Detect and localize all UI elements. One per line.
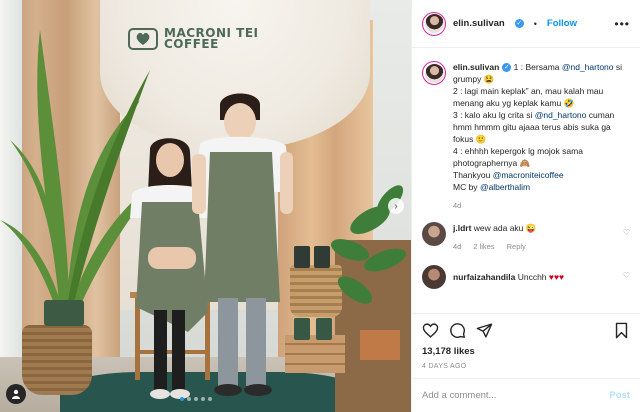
logo-line-2: COFFEE — [164, 37, 219, 51]
share-icon[interactable] — [476, 322, 493, 339]
caption-avatar[interactable] — [422, 61, 446, 85]
instagram-post: MACRONI TEI COFFEE › elin.sulivan ✓ • Fo… — [0, 0, 640, 412]
header-username[interactable]: elin.sulivan — [453, 18, 505, 29]
caption-time[interactable]: 4d — [453, 200, 461, 212]
carousel-dot — [180, 397, 184, 401]
heart-icon[interactable] — [422, 322, 439, 339]
carousel-dot — [201, 397, 205, 401]
likes-count[interactable]: 13,178 likes — [422, 346, 630, 357]
post-timestamp[interactable]: 4 DAYS AGO — [422, 363, 630, 370]
comment-item: nurfaizahandila Uncchh ♥♥♥ ♡ — [422, 265, 630, 289]
mention-link[interactable]: @macroniteicoffee — [493, 170, 564, 180]
caption-line-5: Thankyou — [453, 170, 491, 180]
person-man — [192, 93, 293, 396]
more-options-icon[interactable]: ••• — [614, 17, 630, 31]
mention-link[interactable]: @alberthalim — [480, 182, 530, 192]
post-actions: 13,178 likes 4 DAYS AGO — [412, 313, 640, 370]
coffee-jar — [314, 246, 330, 268]
comment-input[interactable] — [422, 390, 610, 401]
caption-line-6: MC by — [453, 182, 478, 192]
caption-line-4: 4 : ehhhh kepergok lg mojok sama photogr… — [453, 146, 583, 168]
mention-link[interactable]: @nd_hartono — [562, 62, 614, 72]
tagged-user-icon[interactable] — [6, 384, 26, 404]
carousel-dot — [194, 397, 198, 401]
mention-link[interactable]: @nd_hartono — [535, 110, 587, 120]
avatar[interactable] — [422, 11, 446, 36]
caption: elin.sulivan ✓ 1 : Bersama @nd_hartono si… — [422, 61, 630, 212]
coffee-bag — [44, 300, 84, 326]
verified-icon: ✓ — [514, 19, 524, 28]
separator: • — [533, 18, 537, 29]
comment-time[interactable]: 4d — [453, 241, 461, 253]
carousel-dot — [187, 397, 191, 401]
post-sidebar: elin.sulivan ✓ • Follow ••• elin.sulivan… — [411, 0, 640, 412]
comments-list[interactable]: elin.sulivan ✓ 1 : Bersama @nd_hartono si… — [412, 49, 640, 313]
reply-button[interactable]: Reply — [507, 241, 526, 253]
basket-left — [22, 325, 92, 395]
comment-avatar[interactable] — [422, 222, 446, 246]
bookmark-icon[interactable] — [613, 322, 630, 339]
comment-text: Uncchh — [517, 272, 547, 282]
post-button[interactable]: Post — [609, 390, 630, 401]
chevron-right-icon[interactable]: › — [388, 198, 404, 214]
carousel-dot — [208, 397, 212, 401]
like-comment-icon[interactable]: ♡ — [623, 222, 630, 253]
comment-username[interactable]: nurfaizahandila — [453, 272, 515, 282]
verified-icon: ✓ — [502, 63, 512, 73]
comment-likes[interactable]: 2 likes — [473, 241, 494, 253]
post-header: elin.sulivan ✓ • Follow ••• — [412, 0, 640, 48]
comment-username[interactable]: j.ldrt — [453, 223, 471, 233]
post-photo[interactable]: MACRONI TEI COFFEE › — [0, 0, 411, 412]
carousel-indicator — [180, 397, 212, 401]
like-comment-icon[interactable]: ♡ — [623, 265, 630, 289]
caption-line-1: 1 : Bersama — [513, 62, 560, 72]
person-icon — [12, 389, 20, 399]
caption-username[interactable]: elin.sulivan — [453, 62, 499, 72]
comment-item: j.ldrt wew ada aku 😜 4d 2 likes Reply ♡ — [422, 222, 630, 253]
comment-icon[interactable] — [449, 322, 466, 339]
caption-line-2: 2 : lagi main keplak” an, mau kalah mau … — [453, 86, 604, 108]
comment-avatar[interactable] — [422, 265, 446, 289]
add-comment-bar: Post — [412, 378, 640, 412]
heart-emoji: ♥♥♥ — [548, 272, 565, 282]
caption-line-3: 3 : kalo aku lg crita si — [453, 110, 533, 120]
comment-text: wew ada aku 😜 — [473, 223, 537, 233]
follow-button[interactable]: Follow — [547, 18, 577, 29]
